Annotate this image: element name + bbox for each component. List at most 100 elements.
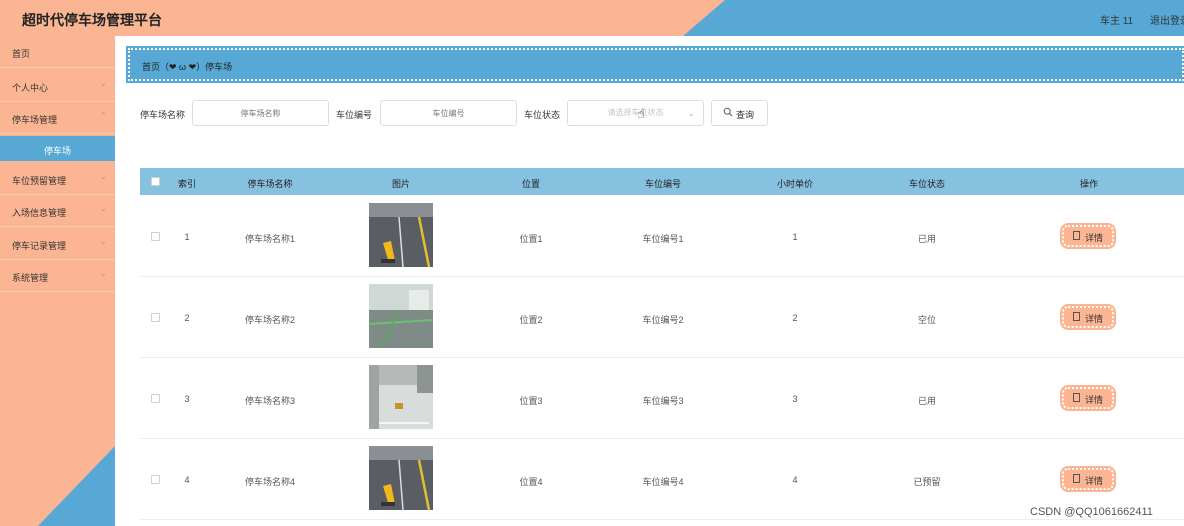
- cell-price: 2: [792, 313, 798, 323]
- sidebar-item-profile[interactable]: 个人中心 ⌄: [0, 70, 115, 102]
- header-status: 车位状态: [908, 179, 946, 189]
- sidebar-item-label: 首页: [12, 49, 31, 59]
- row-checkbox[interactable]: [151, 313, 160, 322]
- sidebar-subitem-label: 停车场: [44, 146, 72, 156]
- sidebar-item-label: 个人中心: [12, 83, 49, 93]
- user-name[interactable]: 车主 11: [1100, 12, 1133, 27]
- search-icon: [723, 107, 733, 117]
- chevron-down-icon: ⌄: [100, 204, 107, 213]
- cell-name: 停车场名称2: [244, 315, 296, 325]
- cell-location: 位置4: [519, 477, 543, 487]
- document-icon: [1073, 231, 1080, 240]
- cell-code: 车位编号3: [642, 396, 684, 406]
- cell-location: 位置1: [519, 234, 543, 244]
- chevron-down-icon: ⌄: [100, 269, 107, 278]
- sidebar-item-label: 车位预留管理: [12, 176, 67, 186]
- sidebar-item-label: 停车记录管理: [12, 241, 67, 251]
- sidebar-item-entry[interactable]: 入场信息管理 ⌄: [0, 195, 115, 227]
- cell-code: 车位编号1: [642, 234, 684, 244]
- cell-status: 已用: [917, 396, 937, 406]
- watermark: CSDN @QQ1061662411: [1030, 506, 1153, 518]
- sidebar-item-home[interactable]: 首页: [0, 36, 115, 68]
- parking-thumbnail[interactable]: [369, 203, 433, 267]
- chevron-down-icon: ⌄: [100, 237, 107, 246]
- header-location: 位置: [521, 179, 541, 189]
- detail-button[interactable]: 详情: [1060, 466, 1116, 492]
- top-header: 超时代停车场管理平台 车主 11 退出登录: [0, 0, 1184, 36]
- header-code: 车位编号: [644, 179, 682, 189]
- detail-button-label: 详情: [1085, 476, 1104, 486]
- row-checkbox[interactable]: [151, 475, 160, 484]
- header-price: 小时单价: [776, 179, 814, 189]
- cell-index: 1: [184, 232, 190, 242]
- detail-button-label: 详情: [1085, 233, 1104, 243]
- cell-status: 空位: [917, 315, 937, 325]
- header-index: 索引: [177, 179, 197, 189]
- status-select[interactable]: 请选择车位状态 ⌄: [567, 100, 704, 126]
- cell-name: 停车场名称4: [244, 477, 296, 487]
- sidebar-item-records[interactable]: 停车记录管理 ⌄: [0, 228, 115, 260]
- app-title: 超时代停车场管理平台: [22, 12, 162, 28]
- sidebar: 首页 个人中心 ⌄ 停车场管理 ⌃ 停车场 车位预留管理 ⌄ 入场信息管理 ⌄ …: [0, 36, 115, 526]
- detail-button[interactable]: 详情: [1060, 223, 1116, 249]
- cell-status: 已预留: [913, 477, 941, 487]
- mouse-cursor-icon: ☝: [637, 106, 645, 121]
- search-name-input[interactable]: [192, 100, 329, 126]
- cell-price: 1: [792, 232, 798, 242]
- table-row: 2 停车场名称2 位置2 车位编号2 2 空位 详情: [140, 277, 1184, 358]
- table-header: 索引 停车场名称 图片 位置 车位编号 小时单价 车位状态 操作: [140, 168, 1184, 195]
- cell-status: 已用: [917, 234, 937, 244]
- row-checkbox[interactable]: [151, 232, 160, 241]
- sidebar-item-label: 系统管理: [12, 273, 49, 283]
- header-image: 图片: [391, 179, 411, 189]
- cell-index: 4: [184, 475, 190, 485]
- header-peach-band: [0, 0, 725, 36]
- parking-thumbnail[interactable]: [369, 446, 433, 510]
- parking-thumbnail[interactable]: [369, 365, 433, 429]
- detail-button-label: 详情: [1085, 314, 1104, 324]
- chevron-down-icon: ⌄: [100, 79, 107, 88]
- table-row: 4 停车场名称4 位置4 车位编号4 4 已预留 详情: [140, 439, 1184, 520]
- breadcrumb: 首页（❤ ω ❤）停车场: [126, 46, 1184, 83]
- detail-button[interactable]: 详情: [1060, 304, 1116, 330]
- chevron-up-icon: ⌃: [100, 111, 107, 120]
- sidebar-item-label: 入场信息管理: [12, 208, 67, 218]
- select-all-checkbox[interactable]: [151, 177, 160, 186]
- table-row: 3 停车场名称3 位置3 车位编号3 3 已用 详情: [140, 358, 1184, 439]
- logout-link[interactable]: 退出登录: [1150, 12, 1184, 27]
- parking-thumbnail[interactable]: [369, 284, 433, 348]
- cell-name: 停车场名称1: [244, 234, 296, 244]
- cell-location: 位置2: [519, 315, 543, 325]
- sidebar-item-label: 停车场管理: [12, 115, 58, 125]
- header-name: 停车场名称: [247, 179, 293, 189]
- cell-name: 停车场名称3: [244, 396, 296, 406]
- sidebar-decoration: [38, 446, 115, 526]
- sidebar-item-parking-management[interactable]: 停车场管理 ⌃: [0, 102, 115, 134]
- status-select-placeholder: 请选择车位状态: [607, 108, 664, 117]
- detail-button-label: 详情: [1085, 395, 1104, 405]
- cell-code: 车位编号4: [642, 477, 684, 487]
- document-icon: [1073, 393, 1080, 402]
- detail-button[interactable]: 详情: [1060, 385, 1116, 411]
- cell-index: 2: [184, 313, 190, 323]
- search-name-label: 停车场名称: [140, 110, 186, 120]
- sidebar-item-reservation[interactable]: 车位预留管理 ⌄: [0, 163, 115, 195]
- sidebar-item-system[interactable]: 系统管理 ⌄: [0, 260, 115, 292]
- row-checkbox[interactable]: [151, 394, 160, 403]
- cell-price: 4: [792, 475, 798, 485]
- cell-price: 3: [792, 394, 798, 404]
- cell-location: 位置3: [519, 396, 543, 406]
- search-code-label: 车位编号: [336, 110, 373, 120]
- search-status-label: 车位状态: [524, 110, 561, 120]
- breadcrumb-text[interactable]: 首页（❤ ω ❤）停车场: [142, 60, 232, 73]
- cell-code: 车位编号2: [642, 315, 684, 325]
- sidebar-subitem-parking[interactable]: 停车场: [0, 136, 115, 161]
- header-action: 操作: [1079, 179, 1099, 189]
- query-button-label: 查询: [736, 110, 755, 120]
- query-button[interactable]: 查询: [711, 100, 768, 126]
- search-code-input[interactable]: [380, 100, 517, 126]
- chevron-down-icon: ⌄: [100, 172, 107, 181]
- document-icon: [1073, 474, 1080, 483]
- table-row: 1 停车场名称1 位置1 车位编号1 1 已用 详情: [140, 196, 1184, 277]
- cell-index: 3: [184, 394, 190, 404]
